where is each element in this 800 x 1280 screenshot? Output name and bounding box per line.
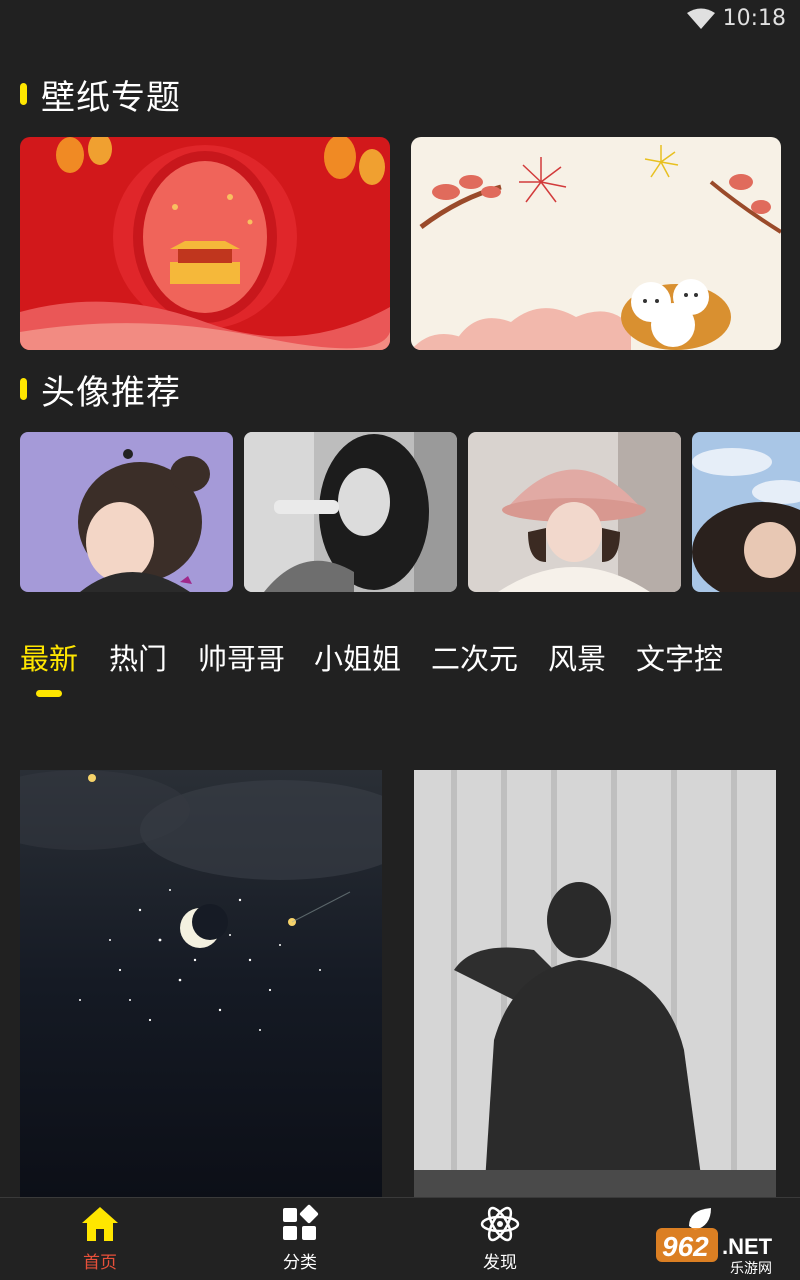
wallpaper-section-header: 壁纸专题: [20, 72, 181, 118]
svg-text:962: 962: [662, 1231, 709, 1262]
wallpaper-banner-festival[interactable]: [20, 137, 390, 350]
nav-item-discover[interactable]: 发现: [440, 1204, 560, 1273]
avatar-thumbnail[interactable]: [20, 432, 233, 592]
section-marker: [20, 83, 27, 105]
section-marker: [20, 378, 27, 400]
tab-hot[interactable]: 热门: [109, 636, 167, 678]
svg-text:乐游网: 乐游网: [730, 1261, 772, 1276]
category-icon: [283, 1204, 319, 1240]
avatar-thumbnail[interactable]: [692, 432, 800, 592]
wallpaper-card-silhouette[interactable]: [414, 770, 776, 1198]
banner-image-cream: [411, 137, 781, 350]
wifi-icon: [687, 8, 715, 29]
nav-item-home[interactable]: 首页: [40, 1204, 160, 1273]
avatar-thumbnail[interactable]: [468, 432, 681, 592]
status-time: 10:18: [722, 6, 786, 31]
nav-label-category: 分类: [283, 1253, 317, 1273]
status-bar: 10:18: [0, 0, 800, 40]
tab-scenery[interactable]: 风景: [548, 636, 606, 678]
nav-label-home: 首页: [83, 1253, 117, 1273]
avatar-thumbnail[interactable]: [244, 432, 457, 592]
tab-latest[interactable]: 最新: [20, 636, 78, 678]
site-watermark-logo: 962 .NET 乐游网: [656, 1226, 796, 1277]
tab-indicator: [36, 690, 62, 697]
nav-item-category[interactable]: 分类: [240, 1204, 360, 1273]
tab-girls[interactable]: 小姐姐: [314, 636, 401, 678]
svg-text:.NET: .NET: [722, 1234, 773, 1259]
avatar-carousel[interactable]: [20, 432, 800, 592]
wallpaper-section-title: 壁纸专题: [41, 77, 181, 118]
banner-image-red: [20, 137, 390, 350]
wallpaper-banner-newyear[interactable]: [411, 137, 781, 350]
avatar-section-title: 头像推荐: [41, 372, 181, 413]
home-icon: [82, 1207, 118, 1241]
tab-text[interactable]: 文字控: [636, 636, 723, 678]
wallpaper-card-night-sky[interactable]: [20, 770, 382, 1198]
tab-handsome[interactable]: 帅哥哥: [198, 636, 285, 678]
avatar-section-header: 头像推荐: [20, 367, 181, 413]
tab-anime[interactable]: 二次元: [431, 636, 518, 678]
nav-label-discover: 发现: [483, 1253, 517, 1273]
atom-icon: [480, 1206, 520, 1242]
